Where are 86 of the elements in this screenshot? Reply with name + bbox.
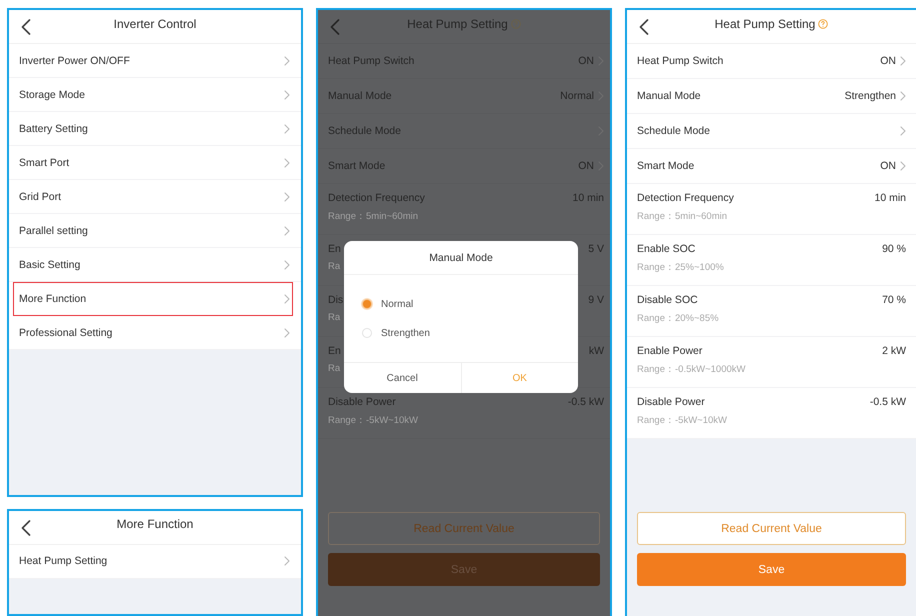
menu-item[interactable]: More Function: [13, 282, 293, 316]
radio-button[interactable]: [362, 299, 372, 309]
setting-value: Normal: [560, 90, 594, 102]
range-hint: Range：5min~60min: [637, 210, 728, 223]
setting-value: 5 V: [588, 243, 604, 255]
back-icon[interactable]: [21, 520, 31, 536]
setting-row[interactable]: Heat Pump Switch ON: [627, 44, 916, 79]
setting-label: En: [328, 345, 341, 357]
chevron-icon: [284, 328, 290, 338]
chevron-icon: [284, 158, 290, 168]
setting-label: Smart Mode: [328, 160, 386, 172]
setting-row[interactable]: Manual Mode Strengthen: [627, 79, 916, 114]
setting-value: kW: [588, 345, 604, 357]
screen-title: Inverter Control: [114, 16, 196, 30]
setting-label: Schedule Mode: [328, 125, 401, 137]
menu-item[interactable]: Parallel setting: [9, 214, 301, 248]
range-hint: Ra: [328, 363, 342, 374]
setting-label: Enable SOC: [637, 243, 696, 255]
chevron-icon: [284, 56, 290, 66]
range-hint: Ra: [328, 312, 342, 323]
screen-title: More Function: [116, 517, 194, 532]
setting-label: Manual Mode: [637, 90, 701, 102]
menu-item[interactable]: Smart Port: [9, 146, 301, 180]
range-hint: Range：25%~100%: [637, 261, 725, 274]
menu-item[interactable]: Professional Setting: [9, 316, 301, 350]
chevron-icon: [284, 90, 290, 100]
chevron-icon: [284, 192, 290, 202]
chevron-icon: [284, 294, 290, 304]
setting-row[interactable]: Detection Frequency 10 min Range：5min~60min: [627, 184, 916, 235]
setting-row[interactable]: Enable SOC 90 % Range：25%~100%: [627, 235, 916, 286]
setting-value: ON: [880, 160, 896, 172]
setting-label: Schedule Mode: [637, 125, 710, 137]
setting-value: 90 %: [882, 243, 906, 255]
setting-label: Heat Pump Switch: [637, 55, 724, 67]
back-icon[interactable]: [639, 19, 649, 35]
setting-value: -0.5 kW: [568, 396, 604, 408]
setting-value: 10 min: [874, 192, 906, 204]
setting-value: 70 %: [882, 294, 906, 306]
chevron-icon: [284, 260, 290, 270]
menu-item[interactable]: Inverter Power ON/OFF: [9, 44, 301, 78]
range-hint: Range：20%~85%: [637, 312, 720, 325]
option-label[interactable]: Strengthen: [381, 328, 430, 338]
setting-row[interactable]: Smart Mode ON: [627, 149, 916, 184]
help-icon[interactable]: [818, 18, 828, 28]
menu-item[interactable]: Basic Setting: [9, 248, 301, 282]
menu-item[interactable]: Grid Port: [9, 180, 301, 214]
setting-label: En: [328, 243, 341, 255]
setting-value: Strengthen: [844, 90, 896, 102]
setting-label: Smart Mode: [637, 160, 694, 172]
setting-value: 10 min: [572, 192, 604, 204]
setting-label: Disable SOC: [637, 294, 698, 306]
setting-value: ON: [578, 160, 594, 172]
setting-value: ON: [880, 55, 896, 67]
range-hint: Range：-0.5kW~1000kW: [637, 363, 746, 376]
setting-label: Disable Power: [637, 396, 705, 408]
setting-value: ON: [578, 55, 594, 67]
screen-title: Heat Pump Setting: [714, 16, 816, 30]
setting-row[interactable]: Schedule Mode: [627, 114, 916, 149]
chevron-icon: [284, 556, 290, 566]
setting-label: Heat Pump Switch: [328, 55, 414, 67]
range-hint: Ra: [328, 261, 342, 272]
menu-item[interactable]: Heat Pump Setting: [9, 544, 301, 579]
menu-item[interactable]: Battery Setting: [9, 112, 301, 146]
dialog-title: Manual Mode: [344, 241, 578, 275]
screen-title: Heat Pump Setting: [407, 16, 508, 30]
range-hint: Range：-5kW~10kW: [328, 414, 419, 427]
range-hint: Range：-5kW~10kW: [637, 414, 728, 427]
radio-button[interactable]: [362, 328, 372, 338]
setting-row[interactable]: Disable SOC 70 % Range：20%~85%: [627, 286, 916, 337]
setting-label: Disable Power: [328, 396, 396, 408]
option-label[interactable]: Normal: [381, 298, 414, 310]
setting-value: -0.5 kW: [870, 396, 906, 408]
chevron-icon: [284, 124, 290, 134]
setting-label: Detection Frequency: [328, 192, 425, 204]
setting-label: Enable Power: [637, 345, 702, 357]
range-hint: Range：5min~60min: [328, 210, 420, 223]
setting-value: 2 kW: [882, 345, 906, 357]
setting-label: Detection Frequency: [637, 192, 734, 204]
back-icon[interactable]: [21, 19, 31, 35]
setting-label: Dis: [328, 294, 344, 306]
setting-value: 9 V: [588, 294, 604, 306]
menu-item[interactable]: Storage Mode: [9, 78, 301, 112]
setting-label: Manual Mode: [328, 90, 392, 102]
setting-row[interactable]: Disable Power -0.5 kW Range：-5kW~10kW: [627, 388, 916, 439]
chevron-icon: [284, 226, 290, 236]
setting-row[interactable]: Enable Power 2 kW Range：-0.5kW~1000kW: [627, 337, 916, 388]
